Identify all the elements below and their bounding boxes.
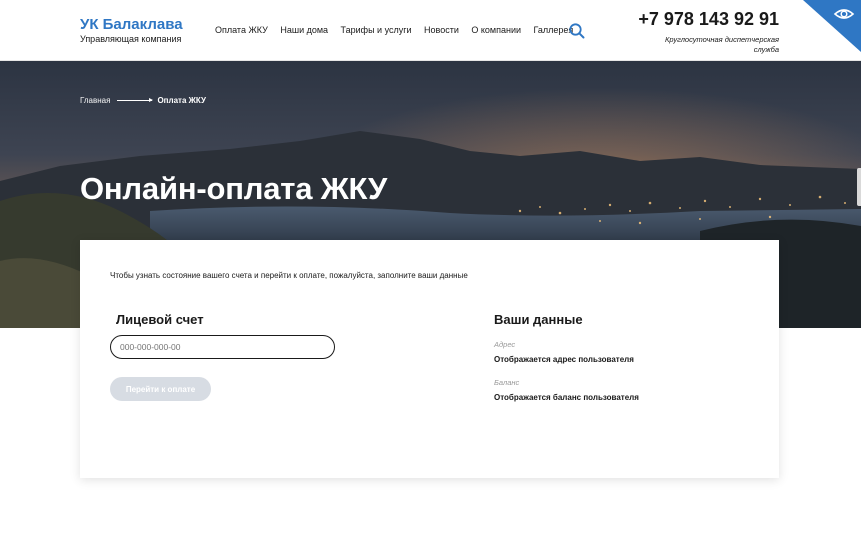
page-title: Онлайн-оплата ЖКУ <box>80 171 388 206</box>
phone-number[interactable]: +7 978 143 92 91 <box>638 9 779 30</box>
breadcrumb-home-link[interactable]: Главная <box>80 96 110 105</box>
nav-item-payment[interactable]: Оплата ЖКУ <box>215 25 268 36</box>
breadcrumb-arrow-icon <box>117 98 154 102</box>
main-nav: Оплата ЖКУ Наши дома Тарифы и услуги Нов… <box>215 25 586 36</box>
side-scroll-handle[interactable] <box>857 168 861 206</box>
address-value: Отображается адрес пользователя <box>494 355 634 364</box>
accessibility-toggle[interactable] <box>803 0 861 52</box>
account-title: Лицевой счет <box>116 312 204 327</box>
search-icon[interactable] <box>568 22 586 40</box>
logo-subtitle: Управляющая компания <box>80 34 182 44</box>
payment-card: Чтобы узнать состояние вашего счета и пе… <box>80 240 779 478</box>
nav-item-tariffs[interactable]: Тарифы и услуги <box>341 25 412 36</box>
balance-label: Баланс <box>494 378 520 387</box>
logo[interactable]: УК Балаклава Управляющая компания <box>80 16 183 45</box>
logo-title[interactable]: УК Балаклава <box>80 16 183 33</box>
nav-item-houses[interactable]: Наши дома <box>280 25 328 36</box>
breadcrumb-current: Оплата ЖКУ <box>157 96 206 105</box>
balance-value: Отображается баланс пользователя <box>494 393 639 402</box>
go-to-payment-button[interactable]: Перейти к оплате <box>110 377 211 401</box>
address-label: Адрес <box>494 340 516 349</box>
breadcrumb: Главная Оплата ЖКУ <box>80 96 206 105</box>
account-number-input[interactable] <box>110 335 335 359</box>
site-header: УК Балаклава Управляющая компания Оплата… <box>0 0 861 61</box>
nav-item-news[interactable]: Новости <box>424 25 459 36</box>
intro-text: Чтобы узнать состояние вашего счета и пе… <box>110 271 468 280</box>
phone-caption: Круглосуточная диспетчерская служба <box>664 35 779 54</box>
nav-item-about[interactable]: О компании <box>471 25 521 36</box>
your-data-title: Ваши данные <box>494 312 583 327</box>
